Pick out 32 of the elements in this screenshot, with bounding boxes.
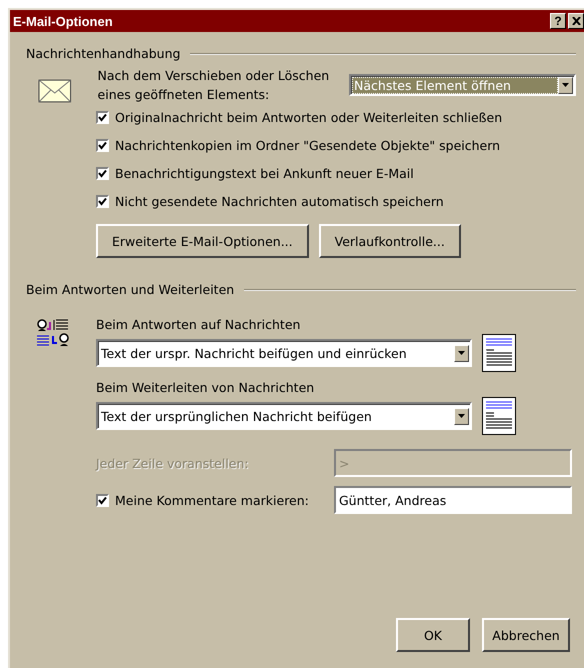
- checkbox[interactable]: [96, 195, 109, 208]
- checkbox-label: Nicht gesendete Nachrichten automatisch speichern: [115, 194, 444, 209]
- dropdown-arrow-icon: [458, 414, 465, 418]
- dropdown-arrow-icon: [562, 83, 569, 87]
- close-icon: [572, 17, 580, 25]
- quote-dropdown[interactable]: Text der urspr. Nachricht beifügen und einrücken: [96, 339, 472, 367]
- checkbox-label: Originalnachricht beim Antworten oder Weiterleiten schließen: [115, 110, 502, 125]
- dropdown-arrow-icon: [458, 351, 465, 355]
- option-button[interactable]: Erweiterte E-Mail-Optionen...: [96, 224, 309, 258]
- dialog-button[interactable]: Abbrechen: [482, 618, 570, 652]
- quote-dropdown[interactable]: Text der ursprünglichen Nachricht beifügen: [96, 402, 472, 430]
- option-button[interactable]: Verlaufkontrolle...: [318, 224, 461, 258]
- checkbox-label: Benachrichtigungstext bei Ankunft neuer E-Mail: [115, 166, 414, 181]
- dropdown-label: Beim Antworten auf Nachrichten: [96, 317, 302, 332]
- envelope-icon: [38, 79, 72, 103]
- comment-name-field[interactable]: Güntter, Andreas: [334, 486, 572, 514]
- help-button[interactable]: ?: [550, 13, 566, 29]
- prefix-label: Jeder Zeile voranstellen:: [96, 456, 249, 470]
- after-move-dropdown[interactable]: Nächstes Element öffnen: [349, 74, 576, 96]
- checkbox[interactable]: [96, 139, 109, 152]
- checkbox[interactable]: [96, 167, 109, 180]
- dropdown-label: Beim Weiterleiten von Nachrichten: [96, 380, 316, 395]
- checkbox[interactable]: [96, 494, 109, 506]
- after-move-label: Nach dem Verschieben oder Löschen eines geöffneten Elements:: [98, 67, 330, 104]
- window-title: E-Mail-Optionen: [13, 14, 113, 28]
- section-title: Beim Antworten und Weiterleiten: [26, 282, 234, 297]
- section-title: Nachrichtenhandhabung: [26, 46, 180, 61]
- dialog-button[interactable]: OK: [396, 618, 470, 652]
- checkbox-label: Nachrichtenkopien im Ordner "Gesendete Objekte" speichern: [115, 138, 500, 153]
- checkbox-label: Meine Kommentare markieren:: [115, 492, 309, 508]
- close-button[interactable]: [568, 13, 584, 29]
- checkbox[interactable]: [96, 111, 109, 124]
